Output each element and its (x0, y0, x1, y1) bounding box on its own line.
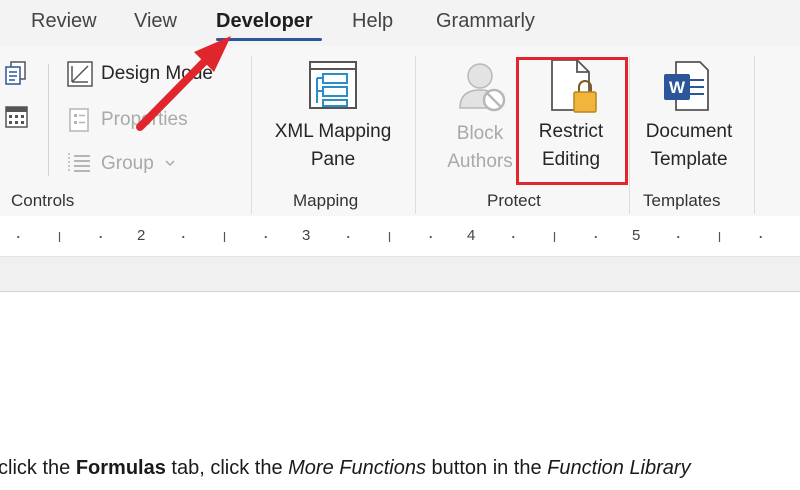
doc-text-bold: Formulas (75, 457, 166, 479)
ruler-number: 2 (137, 227, 146, 244)
horizontal-ruler[interactable]: 2 3 4 5 (0, 216, 800, 257)
doc-text-segment: click the (0, 457, 76, 479)
doc-text-segment: tab, click the (165, 457, 289, 479)
ruler-ticks (17, 232, 762, 242)
ruler-dot (429, 235, 432, 239)
ruler-dot (594, 235, 597, 239)
page-top-margin (0, 257, 800, 292)
ruler-dot (99, 235, 102, 239)
ruler-number: 5 (632, 227, 641, 244)
ruler-dot (17, 235, 20, 239)
ruler-dot (512, 235, 515, 239)
ruler-number: 3 (302, 227, 311, 244)
ruler-dot (264, 235, 267, 239)
doc-text-italic: Function Library (547, 457, 691, 479)
doc-text-segment: button in the (425, 457, 548, 479)
ruler-dot (347, 235, 350, 239)
doc-text-italic: More Functions (288, 457, 426, 479)
document-body-text[interactable]: click the Formulas tab, click the More F… (0, 457, 691, 480)
ruler-dot (182, 235, 185, 239)
ruler-number: 4 (467, 227, 476, 244)
ruler-dot (677, 235, 680, 239)
ruler-dot (759, 235, 762, 239)
